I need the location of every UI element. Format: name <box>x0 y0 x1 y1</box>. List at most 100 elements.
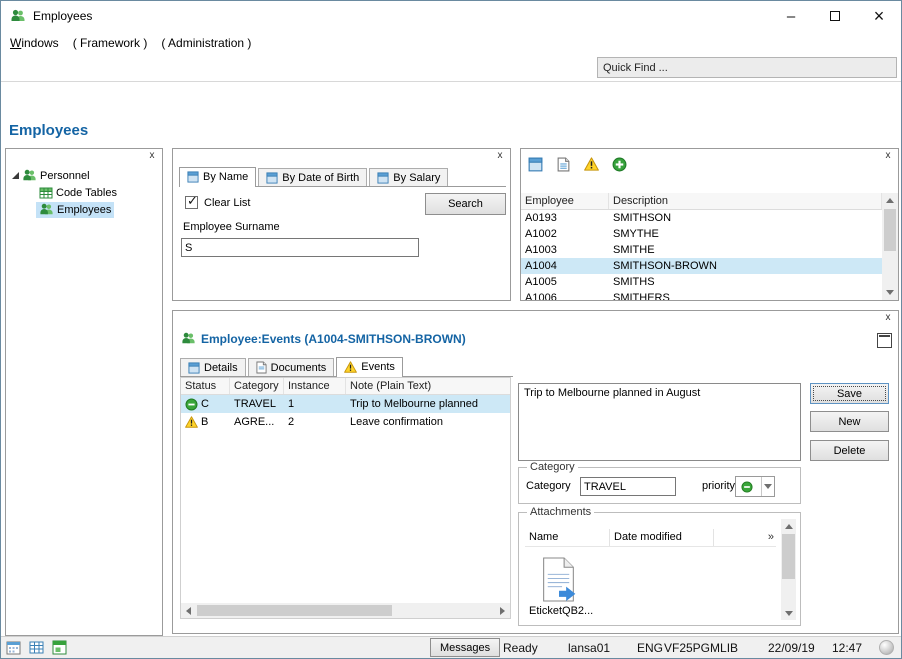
scroll-thumb[interactable] <box>884 209 896 251</box>
window-icon <box>187 171 199 183</box>
events-warning-icon[interactable] <box>582 155 600 173</box>
tab-details-label: Details <box>204 362 238 374</box>
tab-by-salary-label: By Salary <box>393 172 440 184</box>
tab-events[interactable]: Events <box>336 357 403 377</box>
tab-documents-label: Documents <box>271 362 327 374</box>
window-title: Employees <box>33 9 92 23</box>
attachment-file-label: EticketQB2... <box>529 605 593 617</box>
employee-rows: A0193SMITHSON A1002SMYTHE A1003SMITHE A1… <box>521 210 882 300</box>
tab-by-name[interactable]: By Name <box>179 167 256 187</box>
events-panel-title: Employee:Events (A1004-SMITHSON-BROWN) <box>181 331 466 346</box>
tree-item-personnel[interactable]: Personnel <box>6 167 162 184</box>
events-panel: Employee:Events (A1004-SMITHSON-BROWN) D… <box>172 310 899 634</box>
status-ready: Ready <box>503 641 538 655</box>
event-row[interactable]: B AGRE... 2 Leave confirmation <box>181 413 510 431</box>
note-textarea[interactable]: Trip to Melbourne planned in August <box>518 383 801 461</box>
grid-icon[interactable] <box>29 640 44 658</box>
events-list-header[interactable]: Status Category Instance Note (Plain Tex… <box>181 378 510 395</box>
priority-dropdown[interactable] <box>735 476 775 497</box>
chevron-more-icon[interactable]: » <box>768 531 774 543</box>
column-description[interactable]: Description <box>609 193 882 209</box>
window-icon <box>188 362 200 374</box>
delete-button[interactable]: Delete <box>810 440 889 461</box>
search-tabs: By Name By Date of Birth By Salary <box>179 167 506 187</box>
status-library: VF25PGMLIB <box>664 641 738 655</box>
documents-icon[interactable] <box>554 155 572 173</box>
warning-icon <box>185 416 198 428</box>
window-icon <box>377 172 389 184</box>
event-row-selected[interactable]: C TRAVEL 1 Trip to Melbourne planned <box>181 395 510 413</box>
employee-row[interactable]: A1002SMYTHE <box>521 226 882 242</box>
tree-item-code-tables[interactable]: Code Tables <box>6 184 162 201</box>
save-button[interactable]: Save <box>810 383 889 404</box>
employee-surname-input[interactable] <box>181 238 419 257</box>
search-button[interactable]: Search <box>425 193 506 215</box>
employee-row[interactable]: A1003SMITHE <box>521 242 882 258</box>
scroll-up-icon[interactable] <box>781 519 796 533</box>
menu-framework[interactable]: ( Framework ) <box>66 33 155 53</box>
employee-row-selected[interactable]: A1004SMITHSON-BROWN <box>521 258 882 274</box>
quick-find-input[interactable] <box>597 57 897 78</box>
scroll-left-icon[interactable] <box>181 603 196 618</box>
attachments-scrollbar[interactable] <box>781 519 796 620</box>
toolbar-row <box>1 54 901 82</box>
expander-icon[interactable] <box>12 172 19 179</box>
priority-label: priority <box>702 480 735 492</box>
tree-item-employees[interactable]: Employees <box>6 201 162 218</box>
details-icon[interactable] <box>526 155 544 173</box>
employee-list-header[interactable]: Employee Description <box>521 193 882 210</box>
events-panel-close-icon[interactable] <box>882 312 894 324</box>
column-name[interactable]: Name <box>525 529 610 546</box>
calendar-icon[interactable] <box>6 640 21 658</box>
menu-administration[interactable]: ( Administration ) <box>154 33 258 53</box>
new-button[interactable]: New <box>810 411 889 432</box>
document-icon <box>256 361 267 374</box>
tab-by-salary[interactable]: By Salary <box>369 168 448 186</box>
search-panel-close-icon[interactable] <box>494 150 506 162</box>
employee-scrollbar[interactable] <box>882 193 898 300</box>
column-status[interactable]: Status <box>181 378 230 394</box>
scroll-down-icon[interactable] <box>781 606 796 620</box>
scroll-thumb[interactable] <box>197 605 392 616</box>
menu-windows[interactable]: Windows <box>3 33 66 53</box>
employee-panel-close-icon[interactable] <box>882 150 894 162</box>
column-category[interactable]: Category <box>230 378 284 394</box>
minimize-icon <box>787 8 795 25</box>
tab-events-label: Events <box>361 361 395 373</box>
attachments-group-legend: Attachments <box>527 506 594 518</box>
close-icon <box>874 6 885 27</box>
scroll-thumb[interactable] <box>782 534 795 579</box>
tab-documents[interactable]: Documents <box>248 358 335 376</box>
messages-button[interactable]: Messages <box>430 638 500 657</box>
category-input[interactable] <box>580 477 676 496</box>
column-note[interactable]: Note (Plain Text) <box>346 378 510 394</box>
add-icon[interactable] <box>610 155 628 173</box>
tab-by-date-of-birth[interactable]: By Date of Birth <box>258 168 367 186</box>
employee-row[interactable]: A1006SMITHERS <box>521 290 882 300</box>
maximize-button[interactable] <box>813 1 857 31</box>
clear-list-checkbox[interactable] <box>185 196 198 209</box>
events-hscrollbar[interactable] <box>181 603 510 618</box>
column-instance[interactable]: Instance <box>284 378 346 394</box>
maximize-panel-icon[interactable] <box>877 333 892 348</box>
employee-row[interactable]: A1005SMITHS <box>521 274 882 290</box>
attachment-file[interactable] <box>541 557 577 605</box>
tab-details[interactable]: Details <box>180 358 246 376</box>
people-icon <box>39 202 54 217</box>
tree-panel-close-icon[interactable] <box>146 150 158 162</box>
menubar: Windows ( Framework ) ( Administration ) <box>1 31 901 54</box>
employee-row[interactable]: A0193SMITHSON <box>521 210 882 226</box>
app-window-icon[interactable] <box>52 640 67 658</box>
column-date-modified[interactable]: Date modified <box>610 529 714 546</box>
attachments-header[interactable]: Name Date modified <box>525 529 776 547</box>
minimize-button[interactable] <box>769 1 813 31</box>
scroll-up-icon[interactable] <box>882 193 898 208</box>
statusbar: Messages Ready lansa01 ENG VF25PGMLIB 22… <box>1 636 901 658</box>
app-window: Employees Windows ( Framework ) ( Admini… <box>0 0 902 659</box>
events-title-text: Employee:Events (A1004-SMITHSON-BROWN) <box>201 332 466 346</box>
chevron-down-icon[interactable] <box>761 477 774 496</box>
close-button[interactable] <box>857 1 901 31</box>
scroll-right-icon[interactable] <box>495 603 510 618</box>
column-employee[interactable]: Employee <box>521 193 609 209</box>
scroll-down-icon[interactable] <box>882 285 898 300</box>
